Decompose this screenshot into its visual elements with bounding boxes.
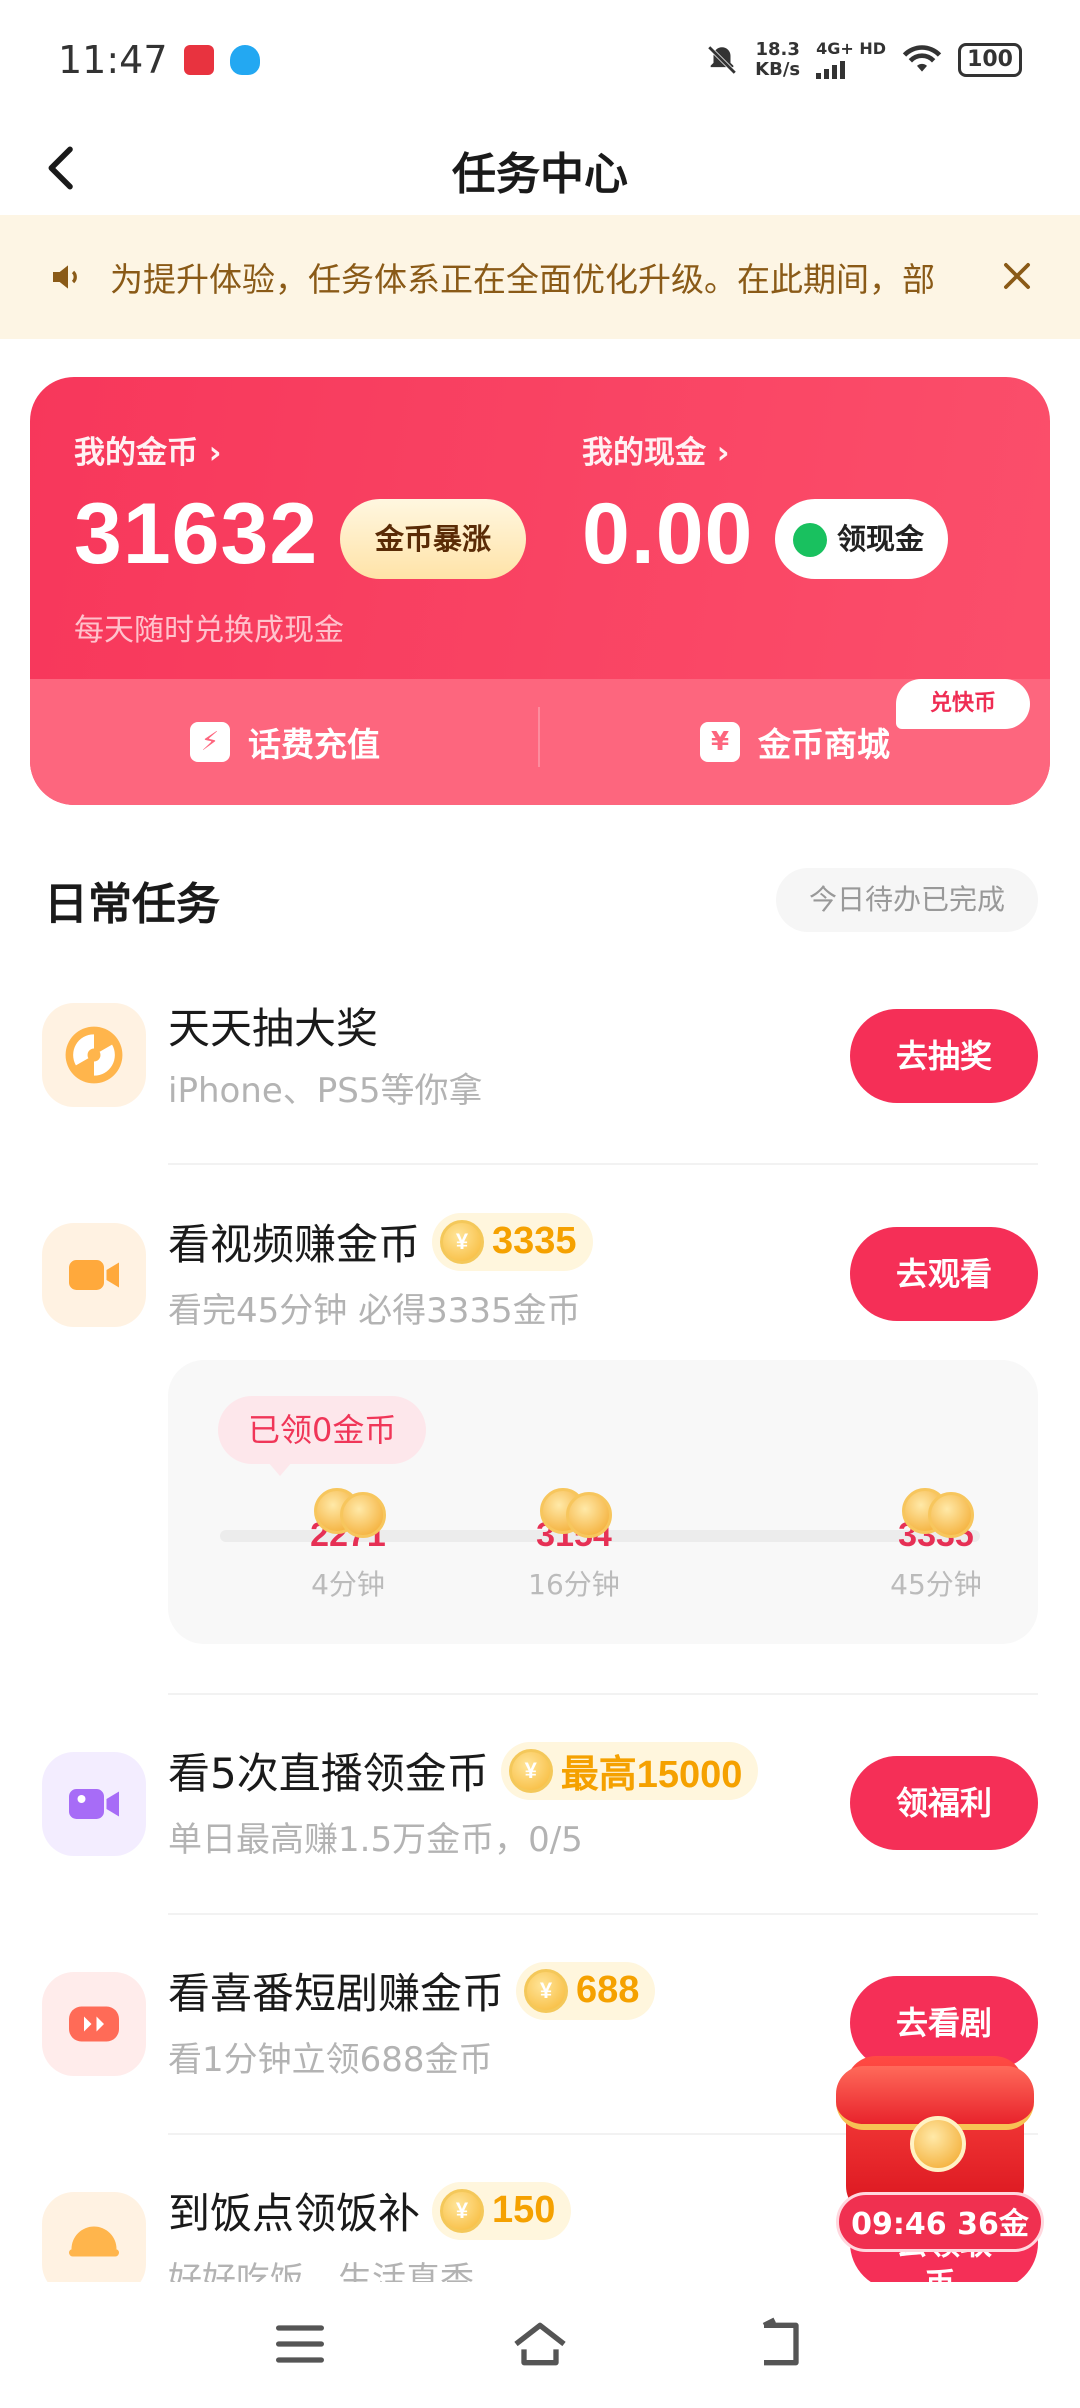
daily-status-badge: 今日待办已完成: [776, 868, 1038, 932]
status-bar: 11:47 18.3 KB/s 4G+ HD 100: [0, 0, 1080, 120]
reward-amount: 最高15000: [560, 1754, 743, 1796]
network-type: 4G+ HD: [816, 39, 887, 58]
notice-banner[interactable]: 为提升体验，任务体系正在全面优化升级。在此期间，部: [0, 215, 1080, 339]
claim-cash-label: 领现金: [837, 522, 925, 556]
milestone: 3154 16分钟: [514, 1488, 634, 1603]
task-subtitle: 看完45分钟 必得3335金币: [168, 1291, 581, 1331]
app-notification-icon: [183, 45, 214, 75]
meal-icon: [42, 2192, 146, 2282]
home-icon[interactable]: [508, 2312, 572, 2376]
task-title-text: 看喜番短剧赚金币: [168, 1969, 505, 2018]
wallet-card: 我的金币 › 31632 金币暴涨 我的现金 › 0.00 领现金 每天随时兑换…: [30, 377, 1050, 805]
daily-tasks-title: 日常任务: [44, 879, 220, 930]
claim-benefit-button[interactable]: 领福利: [850, 1756, 1038, 1850]
coin-stack-icon: [306, 1488, 390, 1538]
menu-icon[interactable]: [268, 2312, 332, 2376]
divider: [168, 1693, 1038, 1695]
task-title: 到饭点领饭补 ¥150: [168, 2180, 572, 2241]
task-subtitle: 单日最高赚1.5万金币，0/5: [168, 1820, 583, 1860]
mall-badge: 兑快币: [896, 679, 1030, 729]
draw-lottery-button[interactable]: 去抽奖: [850, 1009, 1038, 1103]
milestone-minutes: 45分钟: [890, 1568, 982, 1601]
coin-stack-icon: [894, 1488, 978, 1538]
qq-notification-icon: [229, 45, 260, 75]
coin-icon: ¥: [508, 1748, 553, 1793]
milestone-minutes: 4分钟: [311, 1568, 385, 1601]
task-title-text: 到饭点领饭补: [168, 2189, 421, 2238]
wifi-icon: [902, 45, 942, 72]
network-speed: 18.3 KB/s: [755, 40, 800, 80]
coin-boost-button[interactable]: 金币暴涨: [340, 499, 526, 579]
network-speed-value: 18.3: [755, 39, 800, 60]
lightning-icon: ⚡: [190, 722, 230, 762]
reward-timer[interactable]: 09:46 36金币: [836, 2192, 1044, 2302]
live-camera-icon: [42, 1752, 146, 1856]
status-indicators: 18.3 KB/s 4G+ HD 100: [705, 40, 1022, 80]
coin-icon: ¥: [524, 1968, 569, 2013]
my-cash-link[interactable]: 我的现金 ›: [582, 427, 730, 472]
divider: [168, 1163, 1038, 1165]
coin-stack-icon: [532, 1488, 616, 1538]
phone-topup-button[interactable]: ⚡ 话费充值: [30, 679, 540, 805]
coin-icon: [910, 2116, 966, 2172]
task-subtitle: 看1分钟立领688金币: [168, 2040, 493, 2080]
reward-badge: ¥150: [432, 2181, 572, 2240]
coin-mall-label: 金币商城: [758, 725, 890, 764]
watch-video-button[interactable]: 去观看: [850, 1227, 1038, 1321]
wechat-check-icon: [793, 523, 827, 557]
task-subtitle: 好好吃饭，生活真香: [168, 2260, 474, 2282]
short-drama-icon: [42, 1972, 146, 2076]
coin-icon: ¥: [440, 2188, 485, 2233]
notice-text: 为提升体验，任务体系正在全面优化升级。在此期间，部: [110, 260, 935, 299]
network-speed-unit: KB/s: [755, 59, 801, 80]
lottery-icon: [42, 1003, 146, 1107]
page-title: 任务中心: [452, 149, 628, 200]
signal: 4G+ HD: [816, 41, 886, 79]
video-progress-panel: 已领0金币 2271 4分钟 3154 16分钟 3335 45分钟: [168, 1360, 1038, 1644]
milestone: 2271 4分钟: [288, 1488, 408, 1603]
mute-bell-icon: [707, 45, 737, 75]
divider: [538, 707, 540, 767]
status-time: 11:47: [58, 38, 168, 82]
reward-amount: 150: [492, 2189, 556, 2231]
reward-badge: ¥688: [516, 1961, 656, 2020]
divider: [168, 1913, 1038, 1915]
my-coins-link[interactable]: 我的金币 ›: [74, 427, 222, 472]
coins-balance: 31632: [74, 486, 319, 582]
ticket-icon: ¥: [700, 722, 740, 762]
video-camera-icon: [42, 1223, 146, 1327]
task-title: 看喜番短剧赚金币 ¥688: [168, 1960, 656, 2021]
task-title: 看5次直播领金币 ¥ 最高15000: [168, 1740, 759, 1801]
reward-amount: 688: [576, 1969, 640, 2011]
reward-badge: ¥3335: [432, 1212, 593, 1271]
milestone: 3335 45分钟: [876, 1488, 996, 1603]
title-bar: 任务中心: [0, 120, 1080, 215]
task-subtitle: iPhone、PS5等你拿: [168, 1071, 483, 1111]
back-icon[interactable]: [748, 2312, 812, 2376]
coin-icon: ¥: [440, 1219, 485, 1264]
system-nav-bar: [0, 2282, 1080, 2408]
task-title-text: 看视频赚金币: [168, 1220, 421, 1269]
milestone-minutes: 16分钟: [528, 1568, 620, 1601]
claim-cash-button[interactable]: 领现金: [775, 499, 948, 579]
signal-icon: [816, 57, 886, 79]
task-title: 天天抽大奖: [168, 1004, 379, 1053]
task-title-text: 看5次直播领金币: [168, 1749, 489, 1798]
phone-topup-label: 话费充值: [248, 725, 380, 764]
cash-balance: 0.00: [582, 486, 754, 582]
close-icon[interactable]: [998, 257, 1036, 295]
battery-icon: 100: [958, 43, 1022, 77]
wallet-subtitle: 每天随时兑换成现金: [74, 613, 344, 648]
speaker-icon: [53, 265, 77, 289]
task-title: 看视频赚金币 ¥3335: [168, 1211, 593, 1272]
claimed-coins-tip: 已领0金币: [218, 1396, 427, 1476]
reward-amount: 3335: [492, 1220, 577, 1262]
reward-badge: ¥ 最高15000: [500, 1741, 759, 1800]
